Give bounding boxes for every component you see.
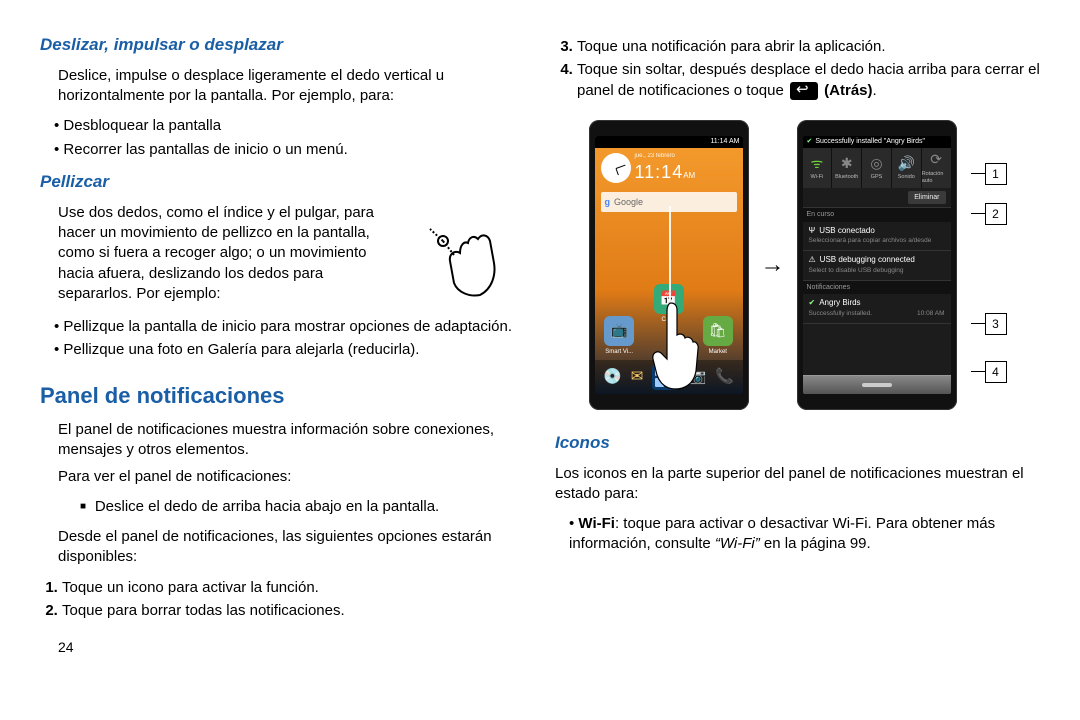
- step-1: Toque un icono para activar la función.: [62, 578, 525, 598]
- callout-2: 2: [985, 203, 1007, 225]
- pinch-bullets: Pellizque la pantalla de inicio para mos…: [40, 314, 525, 364]
- n1-sub: Seleccionará para copiar archivos a/desd…: [809, 237, 945, 246]
- step-4-text-c: .: [873, 82, 877, 99]
- toggle-rotation: ⟳ Rotación auto: [922, 148, 951, 188]
- phones-illustration: 11:14 AM jue., 23 febrero 11:14AM g: [555, 120, 1040, 410]
- heading-slide: Deslizar, impulsar o desplazar: [40, 34, 525, 57]
- wifi-page-ref: en la página 99.: [760, 535, 871, 552]
- n3-title: Angry Birds: [819, 298, 860, 309]
- pinch-bullet-1: Pellizque la pantalla de inicio para mos…: [54, 317, 525, 337]
- usb-icon: Ψ: [809, 226, 816, 237]
- home-statusbar: 11:14 AM: [595, 136, 743, 148]
- n3-time: 10:08 AM: [917, 310, 944, 319]
- app-check-icon: ✔: [809, 298, 816, 309]
- toggle-wifi: ᯤWi-Fi: [803, 148, 833, 188]
- google-g-icon: g: [605, 196, 611, 208]
- right-column: Toque una notificación para abrir la apl…: [555, 30, 1040, 640]
- callout-4: 4: [985, 361, 1007, 383]
- slide-bullets: Desbloquear la pantalla Recorrer las pan…: [40, 113, 525, 163]
- notif-status-msg: Successfully installed "Angry Birds": [815, 137, 925, 146]
- toggle-label-gps: GPS: [871, 174, 883, 181]
- notification-usb-connected: ΨUSB conectado Seleccionará para copiar …: [803, 222, 951, 252]
- rotation-icon: ⟳: [930, 150, 942, 169]
- slide-bullet-2: Recorrer las pantallas de inicio o un me…: [54, 140, 525, 160]
- text-panel-3: Desde el panel de notificaciones, las si…: [58, 527, 525, 568]
- notif-statusbar: ✔ Successfully installed "Angry Birds": [803, 136, 951, 148]
- n2-title: USB debugging connected: [820, 255, 915, 266]
- sound-icon: 🔊: [898, 154, 915, 173]
- heading-notif-panel: Panel de notificaciones: [40, 381, 525, 411]
- smartview-label: Smart Vi...: [604, 348, 634, 356]
- wifi-icon: ᯤ: [811, 154, 824, 173]
- bluetooth-icon: ✱: [841, 154, 853, 173]
- wifi-label: Wi-Fi: [578, 515, 615, 532]
- n2-sub: Select to disable USB debugging: [809, 267, 945, 276]
- text-panel-1: El panel de notificaciones muestra infor…: [58, 420, 525, 461]
- market-app-icon: 🛍: [703, 316, 733, 346]
- toggle-sound: 🔊Sonido: [892, 148, 922, 188]
- gps-icon: ◎: [870, 154, 882, 173]
- iconos-bullets: Wi-Fi: toque para activar o desactivar W…: [555, 511, 1040, 558]
- toggle-label-bluetooth: Bluetooth: [835, 174, 858, 181]
- arrow-right-icon: →: [761, 249, 785, 281]
- wifi-bullet: Wi-Fi: toque para activar o desactivar W…: [569, 514, 1040, 555]
- home-ampm: AM: [683, 171, 695, 180]
- smartview-app-icon: 📺: [604, 316, 634, 346]
- section-notifications: Notificaciones: [803, 281, 951, 294]
- callout-1: 1: [985, 163, 1007, 185]
- panel-steps-right: Toque una notificación para abrir la apl…: [555, 34, 1040, 104]
- back-icon: [790, 82, 818, 100]
- n1-title: USB conectado: [819, 226, 875, 237]
- toggle-bluetooth: ✱Bluetooth: [832, 148, 862, 188]
- text-pinch: Use dos dedos, como el índice y el pulga…: [58, 203, 401, 304]
- step-4-text-b: (Atrás): [824, 82, 872, 99]
- slide-bullet-1: Desbloquear la pantalla: [54, 116, 525, 136]
- phone-notification-panel: ✔ Successfully installed "Angry Birds" ᯤ…: [797, 120, 957, 410]
- home-time: 11:14: [635, 162, 684, 182]
- section-ongoing: En curso: [803, 208, 951, 221]
- left-column: Deslizar, impulsar o desplazar Deslice, …: [40, 30, 525, 640]
- toggle-label-wifi: Wi-Fi: [810, 174, 823, 181]
- analog-clock-icon: [601, 153, 631, 183]
- heading-iconos: Iconos: [555, 432, 1040, 455]
- home-status-time: 11:14 AM: [710, 137, 739, 146]
- panel-instruction: Deslice el dedo de arriba hacia abajo en…: [58, 494, 525, 520]
- phone-home: 11:14 AM jue., 23 febrero 11:14AM g: [589, 120, 749, 410]
- toggle-label-sound: Sonido: [898, 174, 915, 181]
- page-number: 24: [58, 628, 525, 657]
- market-label: Market: [703, 348, 733, 356]
- step-3: Toque una notificación para abrir la apl…: [577, 37, 1040, 57]
- clear-notifications-button: Eliminar: [908, 191, 945, 204]
- pinch-bullet-2: Pellizque una foto en Galería para aleja…: [54, 340, 525, 360]
- heading-pinch: Pellizcar: [40, 171, 525, 194]
- panel-drag-handle: [803, 375, 951, 394]
- toggle-gps: ◎GPS: [862, 148, 892, 188]
- notification-angry-birds: ✔Angry Birds Successfully installed. 10:0…: [803, 294, 951, 324]
- toggle-label-rotation: Rotación auto: [922, 171, 951, 186]
- pinch-hand-illustration: [415, 200, 525, 310]
- swipe-down-gesture: [639, 206, 699, 391]
- home-date: jue., 23 febrero: [635, 152, 696, 160]
- callout-numbers: 1 2 3 4: [971, 147, 1007, 383]
- n3-sub: Successfully installed.: [809, 310, 873, 319]
- text-slide: Deslice, impulse o desplace ligeramente …: [58, 66, 525, 107]
- text-iconos: Los iconos en la parte superior del pane…: [555, 464, 1040, 505]
- step-4: Toque sin soltar, después desplace el de…: [577, 60, 1040, 101]
- panel-squarebullet: Deslice el dedo de arriba hacia abajo en…: [80, 497, 525, 517]
- dock-icon-music: 💿: [603, 367, 622, 387]
- panel-steps-left: Toque un icono para activar la función. …: [40, 575, 525, 625]
- notification-usb-debug: ⚠ USB debugging connected Select to disab…: [803, 251, 951, 281]
- quick-toggles-row: ᯤWi-Fi✱Bluetooth◎GPS🔊Sonido⟳Rotación aut…: [803, 148, 951, 188]
- dock-icon-phone: 📞: [715, 367, 734, 387]
- wifi-reference: “Wi-Fi”: [715, 535, 760, 552]
- debug-icon: ⚠: [809, 255, 816, 266]
- check-icon: ✔: [807, 137, 813, 146]
- callout-3: 3: [985, 313, 1007, 335]
- text-panel-2: Para ver el panel de notificaciones:: [58, 467, 525, 487]
- step-2: Toque para borrar todas las notificacion…: [62, 601, 525, 621]
